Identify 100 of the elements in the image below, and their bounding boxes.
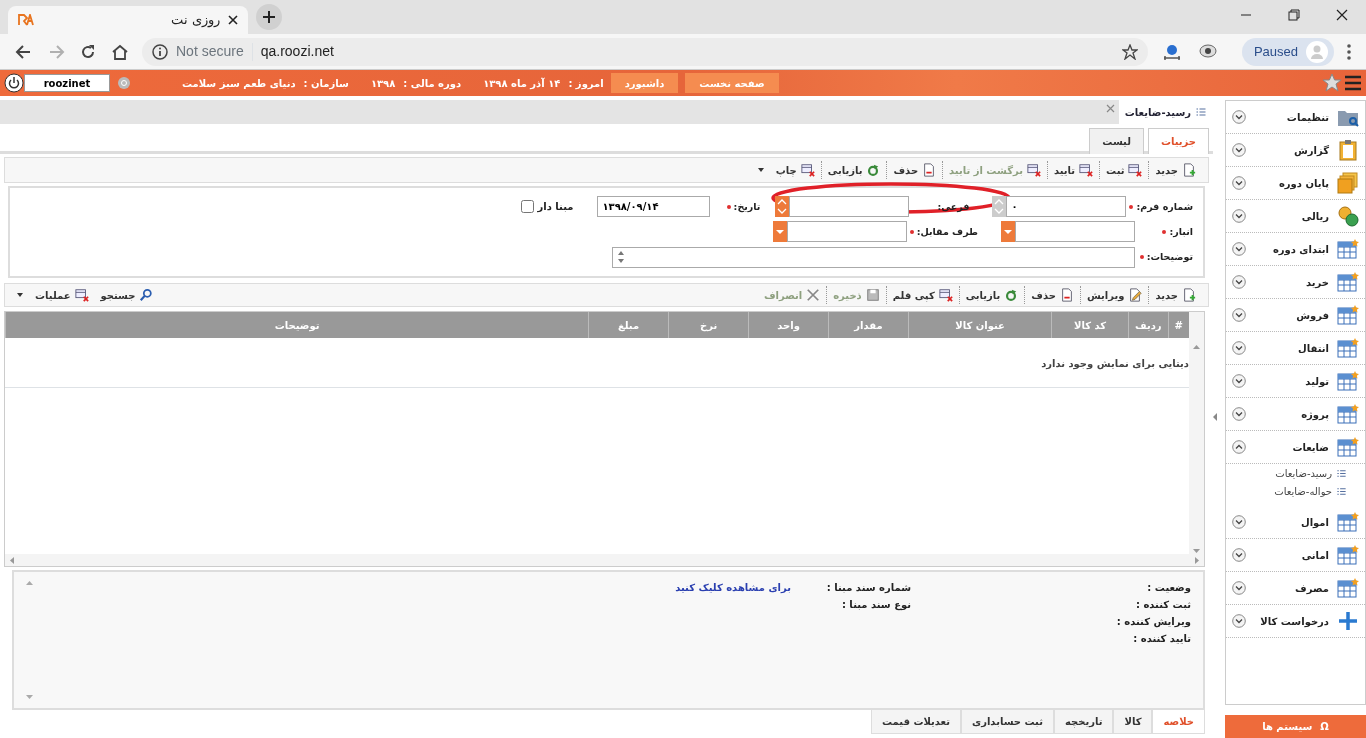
home-icon[interactable] bbox=[111, 42, 129, 61]
tab[interactable]: خلاصه bbox=[1152, 710, 1205, 734]
tab[interactable]: ثبت حسابداری bbox=[961, 710, 1054, 734]
address-bar[interactable]: Not secure qa.roozi.net bbox=[142, 37, 1148, 66]
toolbar-button[interactable]: حذف bbox=[1025, 284, 1080, 306]
tab[interactable]: تاریخچه bbox=[1053, 710, 1114, 734]
checkbox-label[interactable]: مبنا دار bbox=[520, 199, 574, 215]
toolbar-button[interactable]: عملیات bbox=[11, 284, 95, 306]
toolbar-button[interactable]: بازیابی bbox=[821, 159, 887, 181]
sidebar-item[interactable]: تنظیمات bbox=[1226, 101, 1365, 134]
chevron-down-icon[interactable] bbox=[1232, 176, 1246, 190]
menu-icon[interactable] bbox=[1346, 42, 1352, 61]
user-field[interactable]: roozinet bbox=[24, 74, 110, 92]
chevron-up-icon[interactable] bbox=[1232, 440, 1246, 454]
chevron-down-icon[interactable] bbox=[1232, 548, 1246, 562]
new-tab-icon[interactable] bbox=[256, 4, 282, 30]
submenu-item[interactable]: رسید-ضایعات bbox=[1226, 464, 1365, 482]
menu-icon[interactable] bbox=[1344, 75, 1362, 91]
input-field[interactable] bbox=[789, 196, 910, 218]
sidebar-item[interactable]: ضایعات bbox=[1226, 431, 1365, 464]
sidebar-item[interactable]: ابتدای دوره bbox=[1226, 233, 1365, 266]
scrollbar[interactable] bbox=[5, 554, 1204, 566]
scroll-right-icon bbox=[1195, 556, 1200, 564]
dropdown-button[interactable] bbox=[1001, 221, 1015, 243]
window-icon bbox=[1026, 163, 1041, 177]
tab[interactable]: کالا bbox=[1113, 710, 1153, 734]
restore-icon[interactable] bbox=[1288, 9, 1300, 21]
profile-button[interactable]: Paused bbox=[1241, 37, 1334, 66]
menu-label: اموال bbox=[1300, 515, 1329, 530]
chevron-down-icon[interactable] bbox=[1232, 407, 1246, 421]
chevron-down-icon[interactable] bbox=[1232, 275, 1246, 289]
chevron-down-icon[interactable] bbox=[1232, 308, 1246, 322]
table-icon bbox=[1337, 511, 1359, 533]
toolbar-button[interactable]: ویرایش bbox=[1080, 284, 1149, 306]
scroll-down-icon bbox=[26, 695, 33, 700]
menu-label: ضایعات bbox=[1291, 440, 1329, 455]
sidebar-item[interactable]: ریالی bbox=[1226, 200, 1365, 233]
menu-label: ابتدای دوره bbox=[1271, 242, 1329, 257]
tab[interactable]: لیست bbox=[1089, 128, 1144, 154]
toolbar-button[interactable]: کپی قلم bbox=[886, 284, 959, 306]
menu-label: پروژه bbox=[1300, 407, 1329, 422]
toolbar-button[interactable]: جدید bbox=[1149, 159, 1202, 181]
sidebar-item[interactable]: تولید bbox=[1226, 365, 1365, 398]
sidebar-item[interactable]: درخواست کالا bbox=[1226, 605, 1365, 638]
toolbar-button[interactable]: بازیابی bbox=[959, 284, 1025, 306]
reload-icon[interactable] bbox=[79, 42, 97, 61]
list-icon bbox=[1195, 106, 1207, 118]
scroll-left-icon bbox=[9, 556, 14, 564]
sidebar-item[interactable]: خرید bbox=[1226, 266, 1365, 299]
close-icon[interactable] bbox=[228, 15, 238, 25]
dropdown-button[interactable] bbox=[772, 221, 787, 243]
toolbar-button[interactable]: ثبت bbox=[1100, 159, 1149, 181]
new-document-icon bbox=[1182, 288, 1196, 302]
gear-icon[interactable] bbox=[118, 77, 130, 89]
sidebar-item[interactable]: مصرف bbox=[1226, 572, 1365, 605]
toolbar-button[interactable]: جستجو bbox=[94, 284, 160, 306]
toolbar-button[interactable]: چاپ bbox=[751, 159, 821, 181]
avatar-icon bbox=[1306, 40, 1328, 63]
submenu-item[interactable]: حواله-ضایعات bbox=[1226, 482, 1365, 500]
document-tab[interactable]: رسید-ضایعات bbox=[1118, 100, 1213, 124]
extension-icon[interactable] bbox=[1161, 42, 1182, 61]
sidebar-item[interactable]: انتقال bbox=[1226, 332, 1365, 365]
chevron-down-icon[interactable] bbox=[1232, 209, 1246, 223]
close-icon[interactable] bbox=[1336, 9, 1348, 21]
chevron-down-icon[interactable] bbox=[1232, 341, 1246, 355]
chevron-down-icon[interactable] bbox=[1232, 242, 1246, 256]
chevron-down-icon[interactable] bbox=[1232, 614, 1246, 628]
chevron-down-icon[interactable] bbox=[1232, 581, 1246, 595]
star-icon[interactable] bbox=[1322, 73, 1342, 93]
sidebar-item[interactable]: امانی bbox=[1226, 539, 1365, 572]
sidebar-item[interactable]: پروژه bbox=[1226, 398, 1365, 431]
browser-tab[interactable]: روزی نت bbox=[8, 6, 248, 34]
power-icon[interactable] bbox=[4, 73, 24, 93]
chevron-down-icon[interactable] bbox=[1232, 515, 1246, 529]
clipboard-icon bbox=[1337, 139, 1359, 161]
table-icon bbox=[1337, 238, 1359, 260]
sidebar-item[interactable]: اموال bbox=[1226, 506, 1365, 539]
input-field[interactable]: ۱۳۹۸/۰۹/۱۴ bbox=[597, 196, 711, 218]
checkbox[interactable] bbox=[520, 200, 534, 214]
toolbar-button[interactable]: تایید bbox=[1047, 159, 1100, 181]
chevron-down-icon[interactable] bbox=[1232, 374, 1246, 388]
tab[interactable]: تعدیلات قیمت bbox=[871, 710, 961, 734]
document-icon bbox=[1059, 288, 1074, 302]
field-label: شماره فرم: bbox=[1136, 199, 1193, 214]
chevron-down-icon[interactable] bbox=[1232, 143, 1246, 157]
scrollbar[interactable] bbox=[1189, 312, 1204, 554]
view-link[interactable]: برای مشاهده کلیک کنید bbox=[675, 582, 791, 593]
tab[interactable]: جزییات bbox=[1147, 128, 1209, 154]
toolbar-button[interactable]: جدید bbox=[1149, 284, 1202, 306]
collapse-handle[interactable] bbox=[1213, 412, 1217, 422]
toolbar-button[interactable]: حذف bbox=[887, 159, 943, 181]
sidebar-item[interactable]: گزارش bbox=[1226, 134, 1365, 167]
spinner-button[interactable] bbox=[775, 196, 790, 218]
sidebar-item[interactable]: پایان دوره bbox=[1226, 167, 1365, 200]
chevron-down-icon[interactable] bbox=[1232, 110, 1246, 124]
input-field[interactable] bbox=[1015, 221, 1135, 243]
back-icon[interactable] bbox=[15, 42, 33, 61]
input-field[interactable] bbox=[786, 221, 907, 243]
sidebar-item[interactable]: فروش bbox=[1226, 299, 1365, 332]
star-icon[interactable] bbox=[1121, 43, 1138, 60]
